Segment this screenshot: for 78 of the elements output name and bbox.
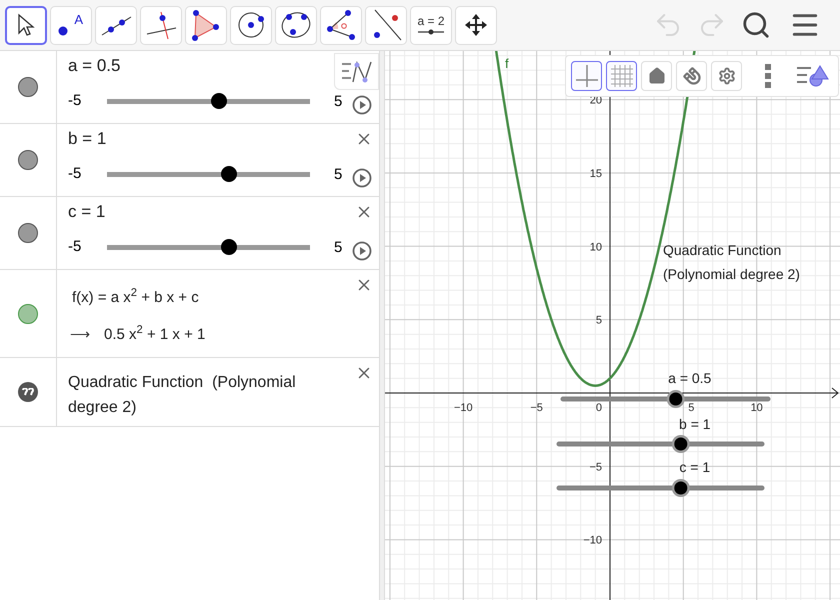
x-tick-label: −5	[530, 402, 543, 414]
move-view-tool-button[interactable]	[455, 6, 497, 44]
axes-icon	[576, 65, 598, 87]
slider-icon	[418, 28, 444, 36]
slider-label: c = 1	[679, 459, 710, 475]
text-object: Quadratic Function (Polynomial degree 2)	[68, 373, 297, 418]
quote-icon[interactable]	[18, 382, 38, 402]
arrow-cursor-icon	[17, 13, 35, 37]
function-definition: f(x) = a x$^{2}$ + b x + c	[72, 287, 199, 308]
x-tick-label: 10	[750, 402, 763, 414]
polygon-icon	[191, 9, 221, 41]
x-tick-label: 5	[688, 402, 694, 414]
more-vertical-icon	[764, 64, 770, 88]
x-tick-label: 0	[596, 402, 602, 414]
text-label: (Polynomial degree 2)	[663, 266, 800, 282]
y-tick-label: −10	[583, 534, 602, 547]
angle-icon	[324, 9, 358, 41]
y-tick-label: 5	[596, 314, 602, 327]
slider-tool-label: a = 2	[417, 14, 445, 28]
slider-max-value: 5	[334, 94, 342, 108]
gear-icon	[718, 67, 736, 85]
grid-button[interactable]	[606, 61, 637, 91]
slider-max-value: 5	[334, 166, 342, 182]
line-tool-button[interactable]	[95, 6, 137, 44]
search-icon[interactable]	[741, 10, 771, 40]
slider-tool-button[interactable]: a = 2	[410, 6, 452, 44]
slider-min-value: -5	[68, 164, 82, 184]
function-list-icon	[340, 60, 372, 84]
slider-thumb[interactable]	[220, 166, 237, 182]
y-tick-label: 15	[590, 168, 602, 180]
slider-thumb[interactable]	[672, 479, 690, 497]
slider-label: b = 1	[68, 128, 106, 150]
style-bar-toggle-icon	[797, 64, 829, 88]
slider-label: a = 0.5	[668, 370, 712, 386]
slider-label: b = 1	[679, 416, 711, 432]
slider-track[interactable]	[556, 479, 764, 497]
slider-thumb[interactable]	[220, 239, 237, 255]
x-tick-label: −10	[454, 402, 473, 414]
point-icon	[58, 26, 68, 36]
move-tool-button[interactable]	[5, 6, 47, 44]
polygon-tool-button[interactable]	[185, 6, 227, 44]
function-value: 0.5 x$^{2}$ + 1 x + 1	[104, 324, 206, 344]
slider-max-value: 5	[334, 240, 342, 254]
slider-label: a = 0.5	[68, 55, 120, 77]
function-label: f	[505, 56, 509, 71]
grid-icon	[610, 65, 632, 87]
four-way-arrow-icon	[464, 13, 488, 37]
slider-thumb[interactable]	[210, 93, 227, 109]
slider-min-value: -5	[68, 90, 82, 111]
y-tick-label: 10	[590, 241, 602, 254]
reflect-tool-button[interactable]	[365, 6, 407, 44]
angle-tool-button[interactable]	[320, 6, 362, 44]
algebra-view-toggle-button[interactable]	[334, 53, 379, 90]
point-name-label: A	[74, 11, 83, 29]
magnet-button[interactable]	[676, 61, 707, 91]
settings-button[interactable]	[711, 61, 742, 91]
point-tool-button[interactable]: A	[50, 6, 92, 44]
magnet-icon	[682, 67, 700, 85]
perpendicular-tool-button[interactable]	[140, 6, 182, 44]
result-arrow: ⟶	[70, 325, 90, 344]
play-icon[interactable]	[352, 95, 372, 115]
text-label: Quadratic Function	[663, 242, 782, 258]
axes-button[interactable]	[571, 61, 602, 91]
play-icon[interactable]	[352, 168, 372, 188]
slider-thumb[interactable]	[666, 390, 685, 408]
y-tick-label: −5	[589, 461, 602, 474]
slider-track[interactable]	[556, 435, 764, 453]
slider-thumb[interactable]	[672, 435, 690, 453]
home-button[interactable]	[641, 61, 672, 91]
play-icon[interactable]	[352, 241, 372, 261]
slider-min-value: -5	[68, 236, 82, 257]
perpendicular-line-icon	[144, 10, 178, 40]
conic-tool-button[interactable]	[275, 6, 317, 44]
ellipse-through-points-icon	[279, 10, 313, 40]
slider-label: c = 1	[68, 201, 106, 223]
circle-tool-button[interactable]	[230, 6, 272, 44]
home-icon	[648, 67, 666, 85]
circle-with-center-icon	[236, 10, 266, 40]
